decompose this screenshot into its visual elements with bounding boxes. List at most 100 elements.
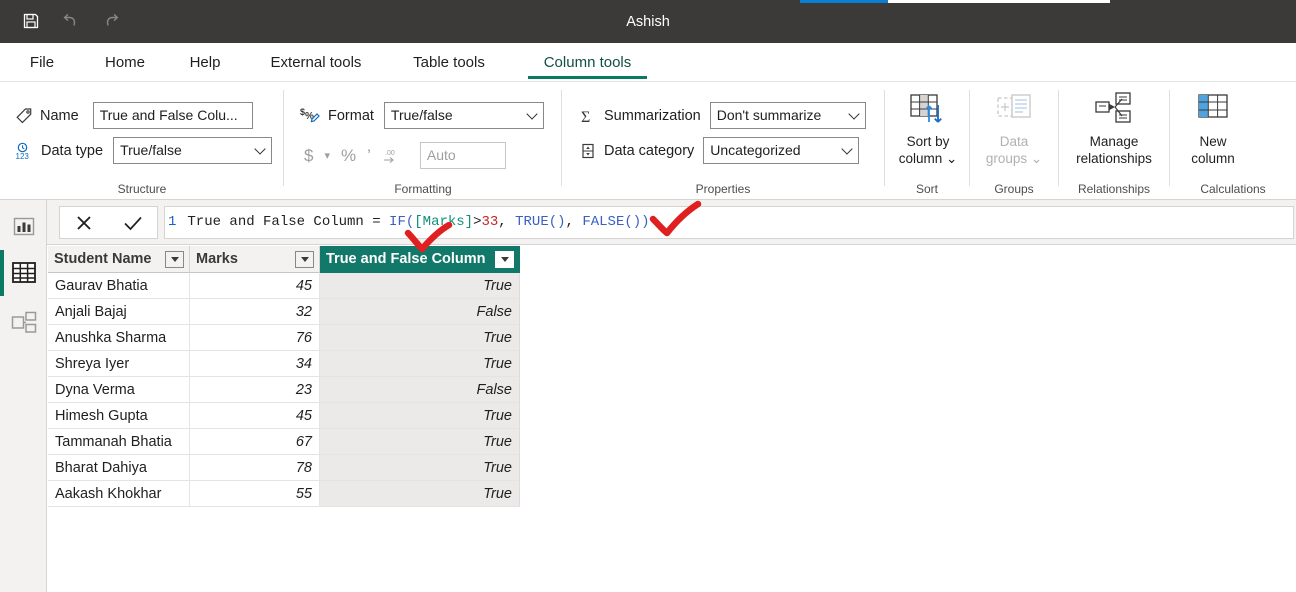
table-cell-student[interactable]: Bharat Dahiya xyxy=(48,455,190,481)
column-filter-dropdown-icon[interactable] xyxy=(495,251,514,268)
formula-bar-buttons xyxy=(59,206,158,239)
formula-line-number: 1 xyxy=(168,214,176,230)
data-view-icon[interactable] xyxy=(0,250,47,296)
manage-relationships-button[interactable]: Managerelationships xyxy=(1071,88,1157,176)
thousands-separator-icon[interactable]: ’ xyxy=(367,146,371,166)
quick-access-toolbar xyxy=(18,8,124,34)
summarization-select[interactable]: Don't summarize xyxy=(710,102,866,129)
tab-external-tools[interactable]: External tools xyxy=(246,43,386,81)
table-cell-result[interactable]: True xyxy=(320,429,520,455)
formula-token: FALSE() xyxy=(582,214,641,230)
data-type-select[interactable]: True/false xyxy=(113,137,272,164)
table-cell-marks[interactable]: 34 xyxy=(190,351,320,377)
tab-file[interactable]: File xyxy=(14,43,70,81)
table-cell-marks[interactable]: 55 xyxy=(190,481,320,507)
data-category-select[interactable]: Uncategorized xyxy=(703,137,859,164)
summarization-label: Summarization xyxy=(604,108,701,124)
manage-relationships-icon xyxy=(1094,88,1134,130)
table-cell-result[interactable]: True xyxy=(320,455,520,481)
column-header-1[interactable]: Marks xyxy=(190,246,320,273)
table-cell-result[interactable]: False xyxy=(320,299,520,325)
tab-help[interactable]: Help xyxy=(172,43,238,81)
table-row[interactable]: Gaurav Bhatia45True xyxy=(48,273,520,299)
redo-icon[interactable] xyxy=(98,8,124,34)
formula-token: IF( xyxy=(389,214,414,230)
ribbon-group-formatting: $% Format True/false $ ▾ % ’ .00 Auto Fo… xyxy=(284,82,562,200)
formula-token: 33 xyxy=(481,214,498,230)
group-label-formatting: Formatting xyxy=(284,182,562,196)
new-column-button[interactable]: Newcolumn xyxy=(1170,88,1256,176)
app-title: Ashish xyxy=(0,0,1296,43)
table-row[interactable]: Tammanah Bhatia67True xyxy=(48,429,520,455)
decimal-places-input[interactable]: Auto xyxy=(420,142,506,169)
table-cell-marks[interactable]: 76 xyxy=(190,325,320,351)
table-row[interactable]: Dyna Verma23False xyxy=(48,377,520,403)
formula-token: True and False Column = xyxy=(187,214,389,230)
table-cell-marks[interactable]: 32 xyxy=(190,299,320,325)
table-cell-marks[interactable]: 45 xyxy=(190,273,320,299)
name-tag-icon xyxy=(14,106,34,126)
ribbon-group-structure: Name True and False Colu... 123 Data typ… xyxy=(0,82,284,200)
table-cell-marks[interactable]: 23 xyxy=(190,377,320,403)
table-row[interactable]: Anushka Sharma76True xyxy=(48,325,520,351)
table-cell-student[interactable]: Anushka Sharma xyxy=(48,325,190,351)
formula-cancel-button[interactable] xyxy=(60,207,109,238)
formula-text: True and False Column = IF([Marks]>33, T… xyxy=(187,214,649,230)
report-view-icon[interactable] xyxy=(0,204,47,250)
table-row[interactable]: Himesh Gupta45True xyxy=(48,403,520,429)
tab-table-tools[interactable]: Table tools xyxy=(390,43,508,81)
column-filter-dropdown-icon[interactable] xyxy=(165,251,184,268)
sort-by-column-button[interactable]: Sort bycolumn ⌄ xyxy=(885,88,971,176)
table-row[interactable]: Shreya Iyer34True xyxy=(48,351,520,377)
table-cell-result[interactable]: True xyxy=(320,273,520,299)
format-label: Format xyxy=(328,108,374,124)
data-groups-button[interactable]: Datagroups ⌄ xyxy=(971,88,1057,176)
tab-home[interactable]: Home xyxy=(86,43,164,81)
formula-input[interactable]: 1 True and False Column = IF([Marks]>33, … xyxy=(164,206,1294,239)
ribbon-group-properties: Σ Summarization Don't summarize Data cat… xyxy=(562,82,884,200)
column-filter-dropdown-icon[interactable] xyxy=(295,251,314,268)
ribbon-body: Name True and False Colu... 123 Data typ… xyxy=(0,82,1296,200)
group-label-calculations: Calculations xyxy=(1170,182,1296,196)
currency-chevron-down-icon[interactable]: ▾ xyxy=(324,149,330,162)
undo-icon[interactable] xyxy=(58,8,84,34)
save-icon[interactable] xyxy=(18,8,44,34)
currency-icon[interactable]: $ xyxy=(304,146,313,166)
table-cell-student[interactable]: Himesh Gupta xyxy=(48,403,190,429)
tab-column-tools[interactable]: Column tools xyxy=(516,43,659,81)
table-cell-result[interactable]: True xyxy=(320,481,520,507)
manage-relationships-label: Managerelationships xyxy=(1076,133,1152,167)
svg-text:.00: .00 xyxy=(385,150,395,157)
table-cell-result[interactable]: True xyxy=(320,403,520,429)
table-cell-student[interactable]: Shreya Iyer xyxy=(48,351,190,377)
column-header-2[interactable]: True and False Column xyxy=(320,246,520,273)
data-grid-body: Gaurav Bhatia45TrueAnjali Bajaj32FalseAn… xyxy=(48,273,520,507)
table-row[interactable]: Aakash Khokhar55True xyxy=(48,481,520,507)
percent-icon[interactable]: % xyxy=(341,146,356,166)
table-cell-marks[interactable]: 67 xyxy=(190,429,320,455)
table-cell-student[interactable]: Aakash Khokhar xyxy=(48,481,190,507)
table-cell-marks[interactable]: 78 xyxy=(190,455,320,481)
model-view-icon[interactable] xyxy=(0,300,47,346)
table-cell-result[interactable]: True xyxy=(320,351,520,377)
column-header-0[interactable]: Student Name xyxy=(48,246,190,273)
table-cell-student[interactable]: Anjali Bajaj xyxy=(48,299,190,325)
table-cell-student[interactable]: Dyna Verma xyxy=(48,377,190,403)
format-select[interactable]: True/false xyxy=(384,102,544,129)
sort-by-column-icon xyxy=(908,88,948,130)
decrease-decimals-icon[interactable]: .00 xyxy=(382,147,400,165)
table-row[interactable]: Bharat Dahiya78True xyxy=(48,455,520,481)
view-rail xyxy=(0,200,47,592)
table-cell-result[interactable]: False xyxy=(320,377,520,403)
table-cell-marks[interactable]: 45 xyxy=(190,403,320,429)
column-name-input[interactable]: True and False Colu... xyxy=(93,102,253,129)
table-row[interactable]: Anjali Bajaj32False xyxy=(48,299,520,325)
column-header-label: Marks xyxy=(196,251,238,267)
formula-confirm-button[interactable] xyxy=(109,207,158,238)
column-header-label: Student Name xyxy=(54,251,152,267)
table-cell-student[interactable]: Tammanah Bhatia xyxy=(48,429,190,455)
table-cell-result[interactable]: True xyxy=(320,325,520,351)
formula-token: , xyxy=(566,214,583,230)
table-cell-student[interactable]: Gaurav Bhatia xyxy=(48,273,190,299)
sort-by-column-label: Sort bycolumn ⌄ xyxy=(899,133,958,167)
